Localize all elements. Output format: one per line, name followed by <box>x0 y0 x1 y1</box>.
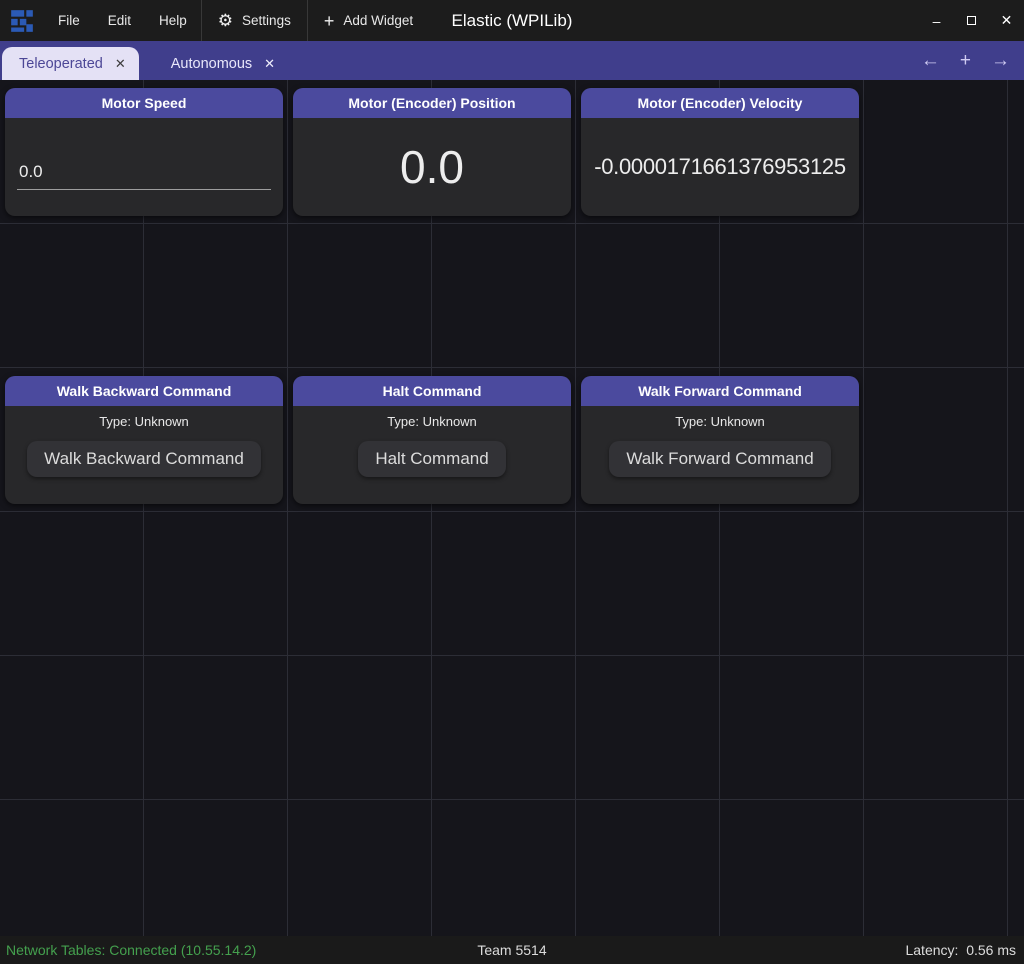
widget-title: Halt Command <box>383 383 482 399</box>
widget-title: Motor (Encoder) Velocity <box>638 95 803 111</box>
tab-close-icon[interactable]: ✕ <box>115 57 126 70</box>
move-tab-left-icon[interactable]: ← <box>921 50 940 72</box>
tab-bar: Teleoperated ✕ Autonomous ✕ ← + → <box>0 41 1024 80</box>
menu-help[interactable]: Help <box>145 0 201 41</box>
widget-halt-command[interactable]: Halt Command Type: Unknown Halt Command <box>293 376 571 504</box>
dashboard-canvas[interactable]: Motor Speed Motor (Encoder) Position 0.0… <box>0 80 1024 936</box>
new-tab-icon[interactable]: + <box>960 50 971 72</box>
command-type-label: Type: Unknown <box>675 414 765 429</box>
window-title: Elastic (WPILib) <box>452 11 573 31</box>
widget-motor-speed[interactable]: Motor Speed <box>5 88 283 216</box>
app-logo-icon <box>9 8 35 34</box>
tab-autonomous[interactable]: Autonomous ✕ <box>151 47 288 80</box>
close-icon: ✕ <box>1001 12 1013 29</box>
halt-command-button[interactable]: Halt Command <box>358 441 505 477</box>
widget-walk-forward-command[interactable]: Walk Forward Command Type: Unknown Walk … <box>581 376 859 504</box>
settings-button[interactable]: ⚙ Settings <box>202 0 307 41</box>
command-type-label: Type: Unknown <box>387 414 477 429</box>
network-tables-status: Network Tables: Connected (10.55.14.2) <box>6 942 256 958</box>
widget-title: Motor (Encoder) Position <box>348 95 515 111</box>
widget-motor-encoder-velocity[interactable]: Motor (Encoder) Velocity -0.000017166137… <box>581 88 859 216</box>
add-widget-label: Add Widget <box>343 13 413 28</box>
widget-motor-encoder-position[interactable]: Motor (Encoder) Position 0.0 <box>293 88 571 216</box>
widget-title: Motor Speed <box>102 95 187 111</box>
tab-teleoperated-label: Teleoperated <box>19 56 103 72</box>
tab-teleoperated[interactable]: Teleoperated ✕ <box>2 47 139 80</box>
widget-title: Walk Forward Command <box>638 383 802 399</box>
tab-autonomous-label: Autonomous <box>171 56 252 72</box>
title-bar: File Edit Help ⚙ Settings + Add Widget E… <box>0 0 1024 41</box>
widget-title: Walk Backward Command <box>57 383 232 399</box>
status-bar: Network Tables: Connected (10.55.14.2) T… <box>0 936 1024 964</box>
add-widget-button[interactable]: + Add Widget <box>308 0 429 41</box>
tab-navigation: ← + → <box>921 41 1010 80</box>
menu-file[interactable]: File <box>44 0 94 41</box>
widget-header: Halt Command <box>293 376 571 406</box>
tab-close-icon[interactable]: ✕ <box>264 57 275 70</box>
app-logo <box>0 0 44 41</box>
close-button[interactable]: ✕ <box>989 0 1024 41</box>
widget-walk-backward-command[interactable]: Walk Backward Command Type: Unknown Walk… <box>5 376 283 504</box>
walk-forward-command-button[interactable]: Walk Forward Command <box>609 441 830 477</box>
motor-speed-input[interactable] <box>17 160 271 190</box>
walk-backward-command-button[interactable]: Walk Backward Command <box>27 441 261 477</box>
maximize-icon <box>967 16 976 25</box>
move-tab-right-icon[interactable]: → <box>991 50 1010 72</box>
widget-header: Motor Speed <box>5 88 283 118</box>
window-controls: – ✕ <box>919 0 1024 41</box>
minimize-button[interactable]: – <box>919 0 954 41</box>
gear-icon: ⚙ <box>218 12 233 29</box>
menu-edit[interactable]: Edit <box>94 0 145 41</box>
team-number: Team 5514 <box>477 942 546 958</box>
minimize-icon: – <box>933 13 941 29</box>
encoder-position-value: 0.0 <box>400 140 464 194</box>
widget-header: Motor (Encoder) Position <box>293 88 571 118</box>
widget-header: Motor (Encoder) Velocity <box>581 88 859 118</box>
maximize-button[interactable] <box>954 0 989 41</box>
encoder-velocity-value: -0.0000171661376953125 <box>594 154 846 180</box>
latency-readout: Latency: 0.56 ms <box>905 942 1016 958</box>
command-type-label: Type: Unknown <box>99 414 189 429</box>
settings-label: Settings <box>242 13 291 28</box>
widget-header: Walk Forward Command <box>581 376 859 406</box>
widget-header: Walk Backward Command <box>5 376 283 406</box>
plus-icon: + <box>324 12 335 30</box>
